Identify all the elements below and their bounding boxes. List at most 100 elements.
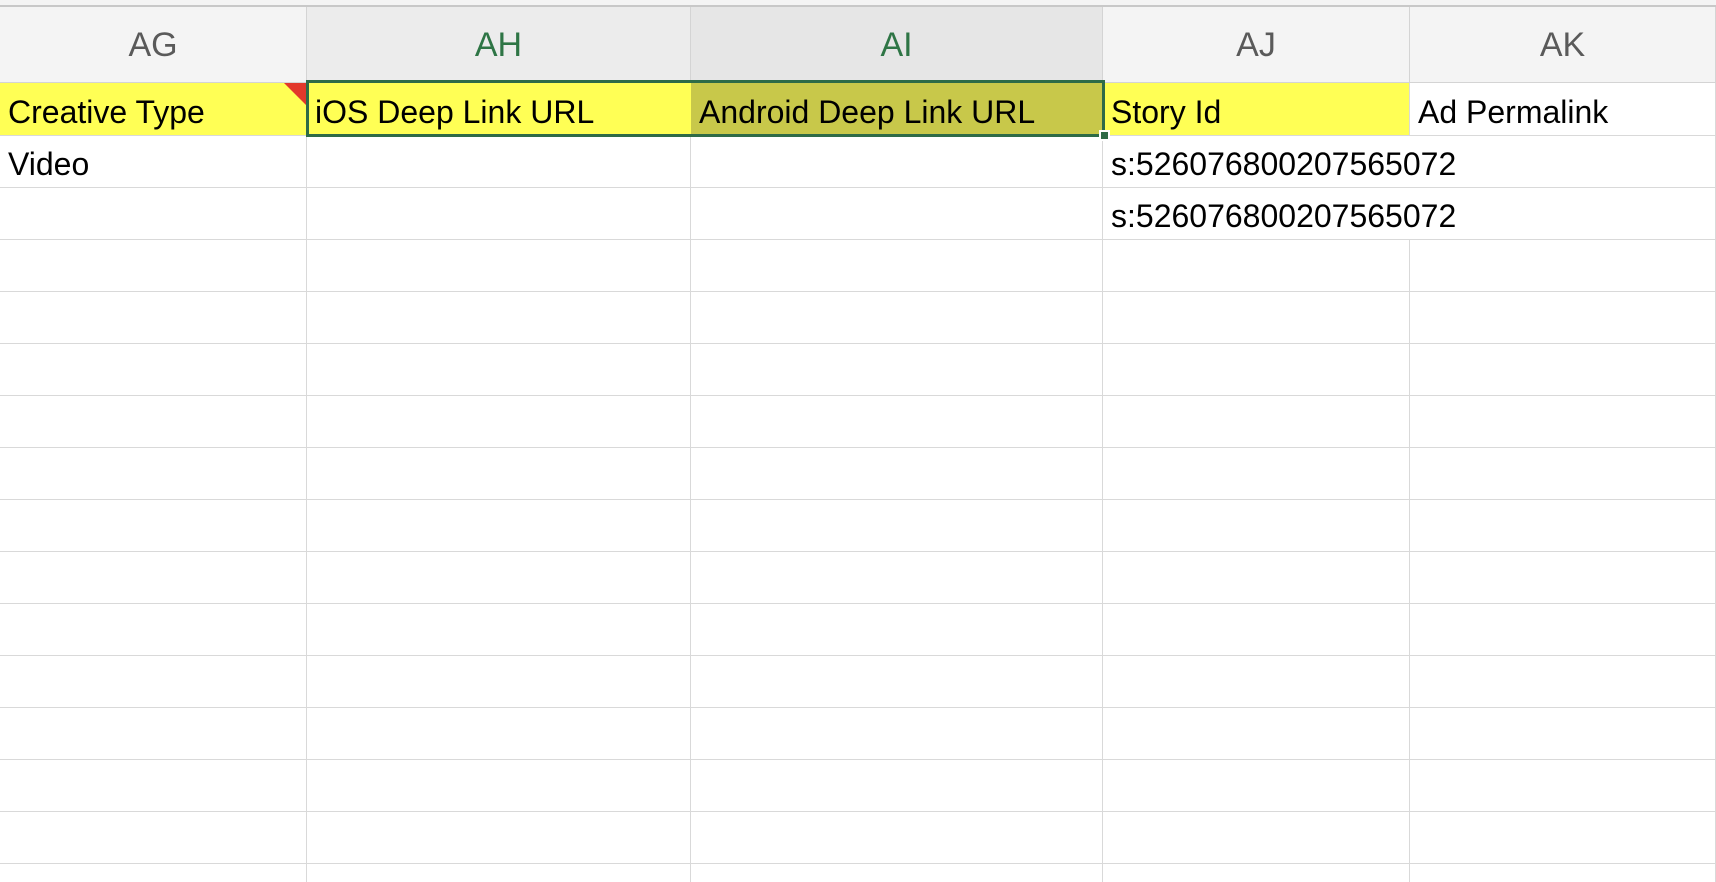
cell-aj[interactable] (1103, 812, 1410, 863)
cell-ag[interactable] (0, 656, 307, 707)
cell-aj[interactable] (1103, 344, 1410, 395)
cell-ai-header[interactable]: Android Deep Link URL (691, 83, 1103, 135)
cell-ag[interactable] (0, 292, 307, 343)
cell-aj[interactable] (1103, 760, 1410, 811)
cell-ak[interactable] (1410, 656, 1716, 707)
cell-aj[interactable] (1103, 656, 1410, 707)
cell-aj[interactable] (1103, 396, 1410, 447)
cell-ag[interactable] (0, 864, 307, 882)
cell-ag[interactable]: Video (0, 136, 307, 187)
cell-ai[interactable] (691, 552, 1103, 603)
cell-ai[interactable] (691, 604, 1103, 655)
cell-aj[interactable] (1103, 448, 1410, 499)
cell-ak[interactable] (1410, 812, 1716, 863)
cell-ag[interactable] (0, 604, 307, 655)
cell-ak[interactable] (1410, 552, 1716, 603)
cell-ag[interactable] (0, 708, 307, 759)
cell-ai[interactable] (691, 708, 1103, 759)
cell-ai[interactable] (691, 760, 1103, 811)
cell-aj[interactable] (1103, 240, 1410, 291)
cell-ah[interactable] (307, 188, 691, 239)
comment-indicator-icon[interactable] (284, 83, 306, 105)
table-row (0, 760, 1716, 812)
cell-ai[interactable] (691, 864, 1103, 882)
column-header-ag[interactable]: AG (0, 7, 307, 82)
cell-ag[interactable] (0, 240, 307, 291)
cell-ah[interactable] (307, 760, 691, 811)
cell-ah-header[interactable]: iOS Deep Link URL (307, 83, 691, 135)
cell-ak[interactable] (1410, 344, 1716, 395)
cell-ah[interactable] (307, 396, 691, 447)
cell-aj[interactable] (1103, 292, 1410, 343)
cell-ag[interactable] (0, 812, 307, 863)
cell-ag[interactable] (0, 396, 307, 447)
cell-text: Android Deep Link URL (699, 94, 1036, 130)
column-header-row: AG AH AI AJ AK (0, 7, 1716, 83)
cell-ai[interactable] (691, 500, 1103, 551)
cell-ag[interactable] (0, 760, 307, 811)
column-header-ah[interactable]: AH (307, 7, 691, 82)
cell-ag-header[interactable]: Creative Type (0, 83, 307, 135)
cell-ah[interactable] (307, 604, 691, 655)
table-row (0, 864, 1716, 882)
cell-ag[interactable] (0, 552, 307, 603)
cell-ah[interactable] (307, 708, 691, 759)
cell-ak-header[interactable]: Ad Permalink (1410, 83, 1716, 135)
cell-aj[interactable] (1103, 552, 1410, 603)
column-header-ak[interactable]: AK (1410, 7, 1716, 82)
cell-text: iOS Deep Link URL (315, 94, 595, 130)
table-row (0, 552, 1716, 604)
cell-ai[interactable] (691, 344, 1103, 395)
cell-ag[interactable] (0, 500, 307, 551)
cell-ak[interactable] (1410, 500, 1716, 551)
cell-aj-header[interactable]: Story Id (1103, 83, 1410, 135)
cell-ai[interactable] (691, 448, 1103, 499)
cell-ak[interactable] (1410, 448, 1716, 499)
cell-ag[interactable] (0, 188, 307, 239)
cell-aj[interactable] (1103, 864, 1410, 882)
cell-ak[interactable] (1410, 604, 1716, 655)
cell-ai[interactable] (691, 812, 1103, 863)
table-row: Creative Type iOS Deep Link URL Android … (0, 83, 1716, 136)
cell-ah[interactable] (307, 448, 691, 499)
table-row (0, 656, 1716, 708)
cell-text: Ad Permalink (1418, 94, 1609, 130)
cell-ak[interactable] (1410, 708, 1716, 759)
cell-ak[interactable] (1410, 396, 1716, 447)
cell-ah[interactable] (307, 500, 691, 551)
cell-text: Creative Type (8, 94, 205, 130)
cell-ai[interactable] (691, 188, 1103, 239)
cell-aj[interactable] (1103, 708, 1410, 759)
cell-ah[interactable] (307, 136, 691, 187)
cell-ai[interactable] (691, 240, 1103, 291)
cell-ai[interactable] (691, 136, 1103, 187)
cell-ak[interactable] (1410, 292, 1716, 343)
cell-ai[interactable] (691, 396, 1103, 447)
cell-ah[interactable] (307, 812, 691, 863)
cell-ak[interactable] (1410, 864, 1716, 882)
cell-ag[interactable] (0, 448, 307, 499)
column-header-ai[interactable]: AI (691, 7, 1103, 82)
cell-ah[interactable] (307, 552, 691, 603)
cell-text: Story Id (1111, 94, 1222, 130)
table-row (0, 240, 1716, 292)
cell-ag[interactable] (0, 344, 307, 395)
cell-aj[interactable]: s:526076800207565072 (1103, 188, 1456, 239)
cell-ai[interactable] (691, 292, 1103, 343)
cell-aj[interactable]: s:526076800207565072 (1103, 136, 1456, 187)
cell-text: s:526076800207565072 (1111, 198, 1457, 234)
cell-aj[interactable] (1103, 500, 1410, 551)
cell-ak[interactable] (1410, 760, 1716, 811)
cell-ah[interactable] (307, 344, 691, 395)
cell-ah[interactable] (307, 656, 691, 707)
fill-handle[interactable] (1099, 130, 1110, 141)
cell-ai[interactable] (691, 656, 1103, 707)
cell-ak[interactable] (1410, 240, 1716, 291)
cell-text: Video (8, 146, 90, 182)
cell-ah[interactable] (307, 864, 691, 882)
cell-aj[interactable] (1103, 604, 1410, 655)
column-header-aj[interactable]: AJ (1103, 7, 1410, 82)
table-row: s:526076800207565072 (0, 188, 1716, 240)
cell-ah[interactable] (307, 292, 691, 343)
cell-ah[interactable] (307, 240, 691, 291)
